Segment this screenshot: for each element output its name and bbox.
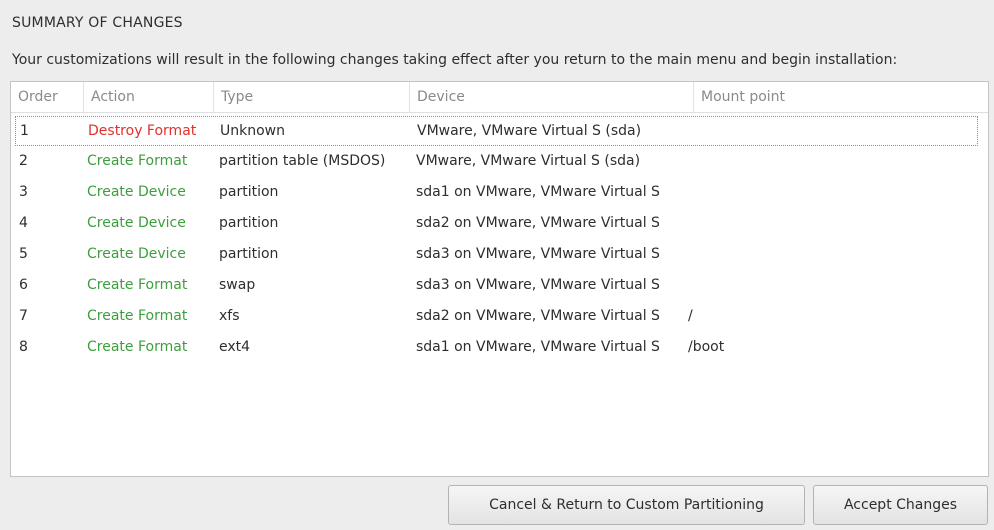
cell-order: 6 [19, 277, 28, 293]
table-header: Order Action Type Device Mount point [11, 82, 988, 113]
changes-table: Order Action Type Device Mount point 1 De… [10, 81, 989, 477]
table-row[interactable]: 6 Create Format swap sda3 on VMware, VMware… [11, 271, 988, 301]
dialog-subtitle: Your customizations will result in the f… [12, 52, 898, 68]
cell-type: partition table (MSDOS) [219, 153, 386, 169]
cell-type: partition [219, 184, 279, 200]
cell-action: Create Format [87, 339, 188, 355]
cell-type: partition [219, 246, 279, 262]
cell-device: sda2 on VMware, VMware Virtual S [416, 308, 660, 324]
cell-action: Create Device [87, 184, 186, 200]
cell-device: VMware, VMware Virtual S (sda) [417, 123, 642, 139]
cancel-return-button[interactable]: Cancel & Return to Custom Partitioning [448, 485, 805, 525]
cell-order: 1 [20, 123, 29, 139]
cell-action: Create Format [87, 308, 188, 324]
cell-device: sda2 on VMware, VMware Virtual S [416, 215, 660, 231]
accept-changes-button[interactable]: Accept Changes [813, 485, 988, 525]
dialog-title: SUMMARY OF CHANGES [12, 15, 183, 31]
table-row[interactable]: 7 Create Format xfs sda2 on VMware, VMware … [11, 302, 988, 332]
cell-type: swap [219, 277, 256, 293]
cell-order: 5 [19, 246, 28, 262]
cell-type: Unknown [220, 123, 285, 139]
cell-order: 3 [19, 184, 28, 200]
column-header-mount-point[interactable]: Mount point [694, 82, 988, 112]
cell-device: sda1 on VMware, VMware Virtual S [416, 339, 660, 355]
cell-action: Create Device [87, 246, 186, 262]
cell-type: ext4 [219, 339, 251, 355]
column-header-type[interactable]: Type [214, 82, 410, 112]
cell-order: 4 [19, 215, 28, 231]
cell-device: sda1 on VMware, VMware Virtual S [416, 184, 660, 200]
cell-order: 8 [19, 339, 28, 355]
column-header-device[interactable]: Device [410, 82, 694, 112]
table-row[interactable]: 1 Destroy Format Unknown VMware, VMware Vir… [15, 116, 978, 146]
column-header-order[interactable]: Order [11, 82, 84, 112]
table-row[interactable]: 3 Create Device partition sda1 on VMware, V… [11, 178, 988, 208]
cell-mount-point: /boot [688, 339, 725, 355]
cell-mount-point: / [688, 308, 693, 324]
column-header-action[interactable]: Action [84, 82, 214, 112]
cell-device: sda3 on VMware, VMware Virtual S [416, 277, 660, 293]
table-row[interactable]: 4 Create Device partition sda2 on VMware, V… [11, 209, 988, 239]
cell-action: Create Format [87, 153, 188, 169]
summary-of-changes-dialog: SUMMARY OF CHANGES Your customizations w… [0, 0, 994, 530]
cell-action: Destroy Format [88, 123, 197, 139]
cell-type: partition [219, 215, 279, 231]
cell-type: xfs [219, 308, 240, 324]
cell-action: Create Format [87, 277, 188, 293]
table-row[interactable]: 8 Create Format ext4 sda1 on VMware, VMware… [11, 333, 988, 363]
cell-order: 2 [19, 153, 28, 169]
table-row[interactable]: 5 Create Device partition sda3 on VMware, V… [11, 240, 988, 270]
cell-action: Create Device [87, 215, 186, 231]
cell-order: 7 [19, 308, 28, 324]
cell-device: sda3 on VMware, VMware Virtual S [416, 246, 660, 262]
cell-device: VMware, VMware Virtual S (sda) [416, 153, 641, 169]
table-row[interactable]: 2 Create Format partition table (MSDOS) VMw… [11, 147, 988, 177]
